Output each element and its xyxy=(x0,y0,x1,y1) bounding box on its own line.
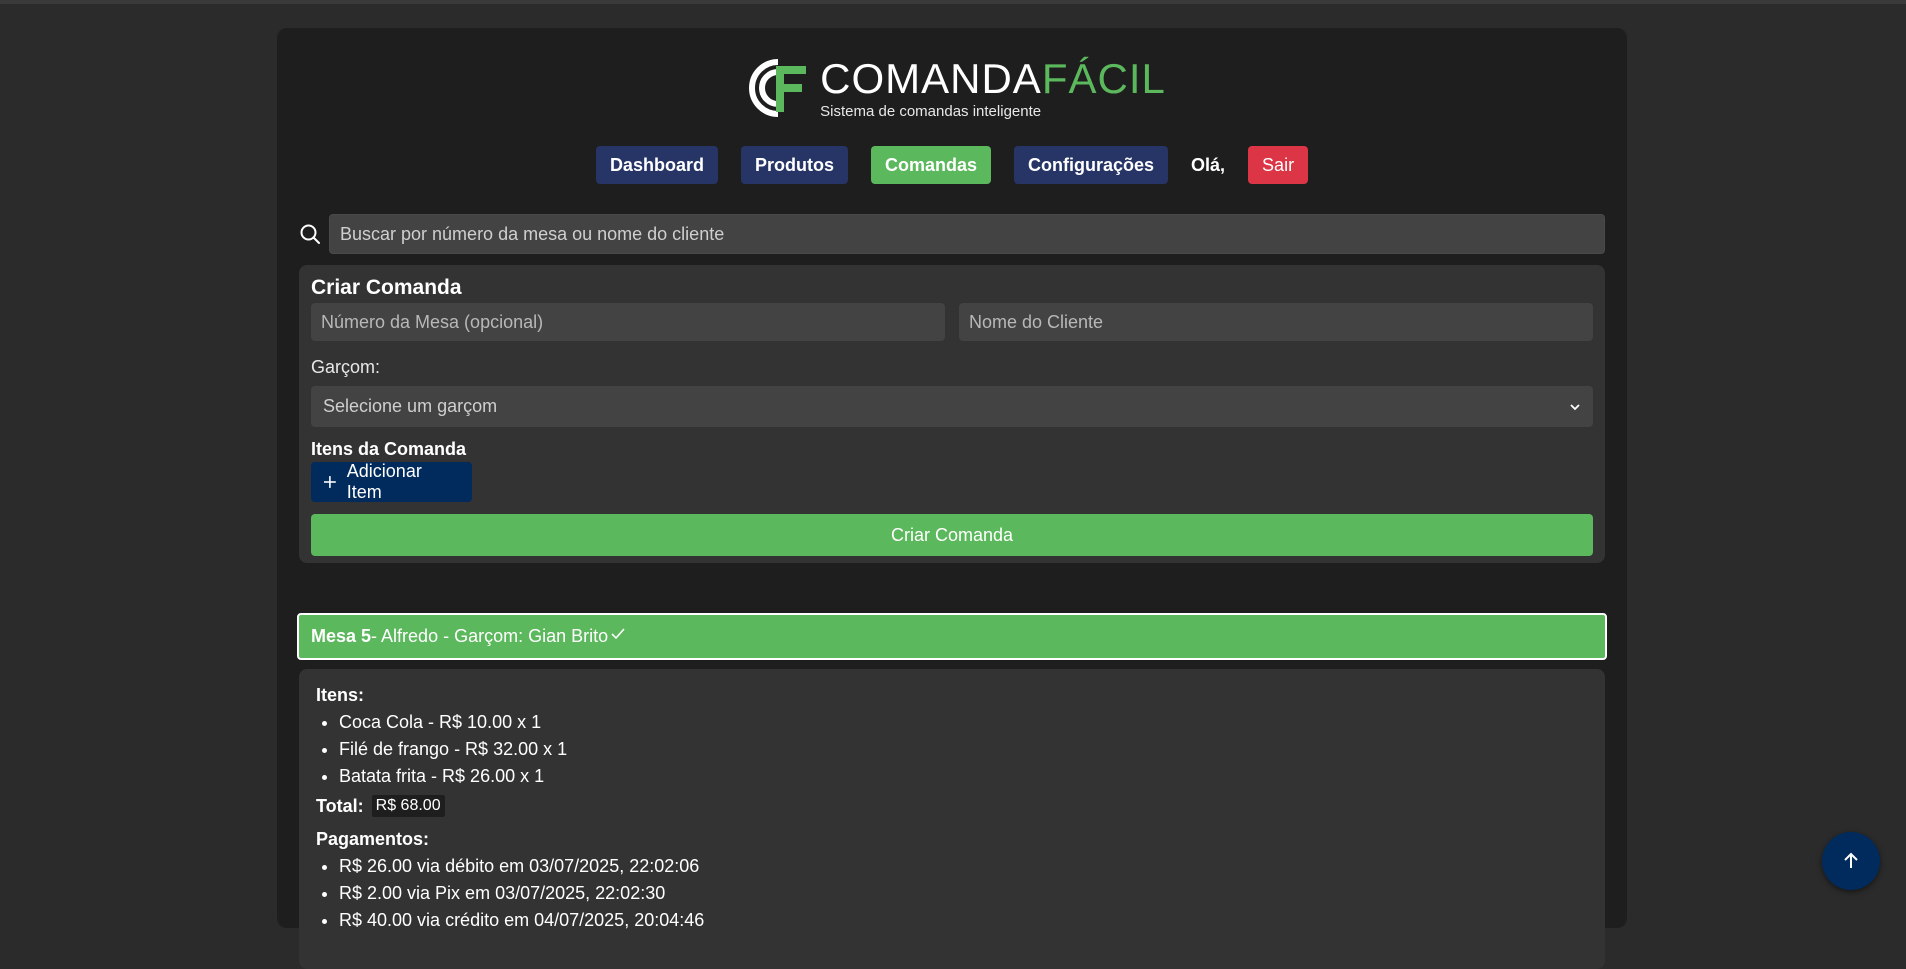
list-item: R$ 40.00 via crédito em 04/07/2025, 20:0… xyxy=(339,907,1588,934)
list-item: Filé de frango - R$ 32.00 x 1 xyxy=(339,736,1588,763)
logout-button[interactable]: Sair xyxy=(1248,146,1309,184)
plus-icon xyxy=(323,476,336,488)
order-table: Mesa 5 xyxy=(311,626,372,646)
search-bar: Buscar por número da mesa ou nome do cli… xyxy=(299,214,1605,254)
waiter-select[interactable]: Selecione um garçom xyxy=(311,386,1593,427)
nav-dashboard-button[interactable]: Dashboard xyxy=(595,146,718,184)
table-number-input[interactable]: Número da Mesa (opcional) xyxy=(311,303,945,341)
list-item: R$ 26.00 via débito em 03/07/2025, 22:02… xyxy=(339,853,1588,880)
add-item-button[interactable]: Adicionar Item xyxy=(311,461,472,502)
payments-section-title: Pagamentos: xyxy=(316,829,430,849)
nav-bar: Dashboard Produtos Comandas Configuraçõe… xyxy=(277,146,1627,184)
total-row: Total: R$ 68.00 xyxy=(316,795,1588,817)
chevron-down-icon xyxy=(1570,403,1580,410)
create-order-card: Criar Comanda Número da Mesa (opcional) … xyxy=(299,265,1605,563)
order-header[interactable]: Mesa 5 - Alfredo - Garçom: Gian Brito xyxy=(297,613,1607,660)
items-label: Itens da Comanda xyxy=(311,439,467,459)
nav-configuracoes-button[interactable]: Configurações xyxy=(1014,146,1169,184)
total-value: R$ 68.00 xyxy=(371,795,445,817)
nav-comandas-button[interactable]: Comandas xyxy=(870,146,991,184)
list-item: R$ 2.00 via Pix em 03/07/2025, 22:02:30 xyxy=(339,880,1588,907)
brand-name: COMANDAFÁCIL xyxy=(820,54,1166,102)
add-item-label: Adicionar Item xyxy=(346,461,422,502)
logo-icon xyxy=(749,59,807,117)
items-list: Coca Cola - R$ 10.00 x 1 Filé de frango … xyxy=(316,709,1588,790)
search-icon xyxy=(300,224,320,244)
total-label: Total: xyxy=(316,795,364,816)
waiter-select-value: Selecione um garçom xyxy=(323,396,498,416)
waiter-label: Garçom: xyxy=(311,357,381,377)
list-item: Coca Cola - R$ 10.00 x 1 xyxy=(339,709,1588,736)
list-item: Batata frita - R$ 26.00 x 1 xyxy=(339,763,1588,790)
arrow-up-icon xyxy=(1844,852,1858,868)
main-container: COMANDAFÁCIL Sistema de comandas intelig… xyxy=(277,28,1627,969)
nav-produtos-button[interactable]: Produtos xyxy=(740,146,848,184)
items-section-title: Itens: xyxy=(316,685,365,705)
user-greeting: Olá, xyxy=(1191,154,1226,175)
search-input[interactable]: Buscar por número da mesa ou nome do cli… xyxy=(329,214,1605,254)
create-order-button[interactable]: Criar Comanda xyxy=(311,514,1593,556)
scroll-to-top-button[interactable] xyxy=(1822,832,1880,890)
check-icon xyxy=(611,627,625,639)
logo: COMANDAFÁCIL Sistema de comandas intelig… xyxy=(738,48,1166,128)
window-top-border xyxy=(0,0,1906,4)
brand-tagline: Sistema de comandas inteligente xyxy=(820,102,1042,120)
header: COMANDAFÁCIL Sistema de comandas intelig… xyxy=(277,48,1627,128)
order-title-rest: - Alfredo - Garçom: Gian Brito xyxy=(371,626,609,646)
order-details: Itens: Coca Cola - R$ 10.00 x 1 Filé de … xyxy=(299,669,1605,969)
client-name-input[interactable]: Nome do Cliente xyxy=(959,303,1593,341)
create-order-title: Criar Comanda xyxy=(311,276,462,299)
